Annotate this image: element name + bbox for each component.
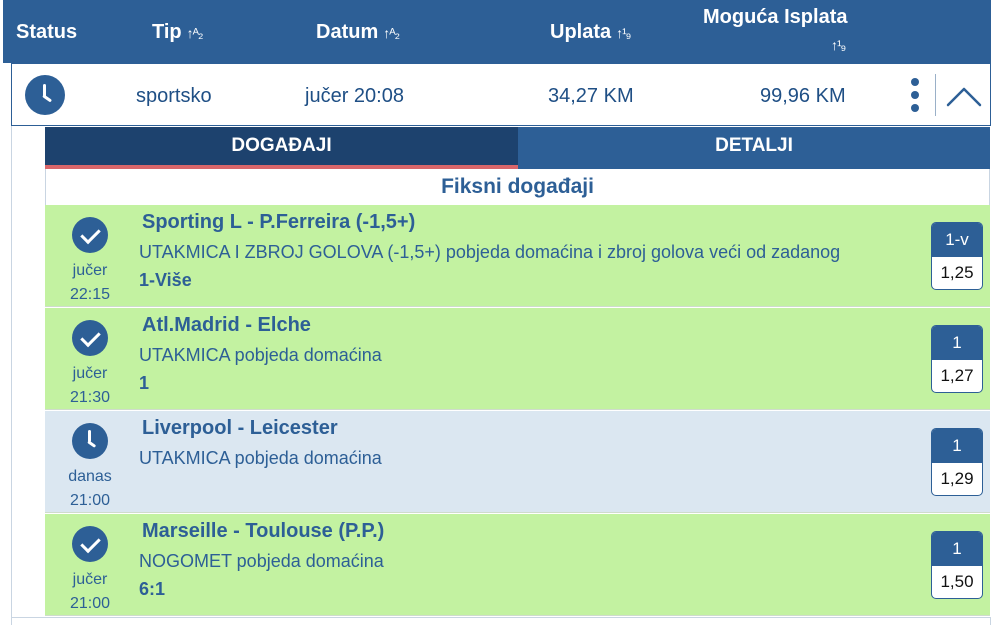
check-icon	[72, 217, 108, 253]
event-pick: 1	[139, 373, 150, 393]
event-match: Sporting L - P.Ferreira (-1,5+)	[142, 211, 416, 233]
sort-numeric-icon[interactable]: ↑¹₉	[831, 37, 846, 53]
header-uplata-sortable[interactable]: Uplata ↑¹₉	[550, 21, 631, 44]
tab-detalji[interactable]: DETALJI	[518, 127, 990, 169]
header-status: Status	[16, 21, 78, 43]
odd-tip: 1	[932, 429, 982, 463]
event-pick: 6:1	[139, 579, 166, 599]
odd-box: 1 1,50	[931, 531, 983, 599]
event-row[interactable]: danas 21:00 Liverpool - Leicester UTAKMI…	[45, 411, 990, 513]
event-time: 21:00	[69, 492, 111, 509]
sort-alpha-icon: ↑ᴬ₂	[186, 25, 204, 41]
event-day: jučer	[72, 571, 108, 588]
clock-icon	[72, 423, 108, 459]
section-title: Fiksni događaji	[45, 169, 990, 205]
event-row[interactable]: jučer 22:15 Sporting L - P.Ferreira (-1,…	[45, 205, 990, 307]
odd-box: 1 1,29	[931, 428, 983, 496]
odd-box: 1-v 1,25	[931, 222, 983, 290]
tab-dogadaji[interactable]: DOGAĐAJI	[45, 127, 518, 169]
event-row[interactable]: jučer 21:00 Marseille - Toulouse (P.P.) …	[45, 514, 990, 616]
check-icon	[72, 320, 108, 356]
event-row[interactable]: jučer 21:30 Atl.Madrid - Elche UTAKMICA …	[45, 308, 990, 410]
odd-value: 1,25	[940, 263, 974, 282]
header-isplata-sortable[interactable]: Moguća Isplata	[703, 6, 847, 29]
table-header: Status Tip ↑ᴬ₂ Datum ↑ᴬ₂ Uplata ↑¹₉ Moguća …	[3, 0, 991, 63]
sort-numeric-icon: ↑¹₉	[616, 25, 631, 41]
sort-alpha-icon: ↑ᴬ₂	[383, 25, 400, 41]
odd-value: 1,27	[940, 366, 974, 385]
event-time: 22:15	[69, 286, 111, 303]
event-match: Liverpool - Leicester	[142, 417, 338, 439]
check-icon	[72, 526, 108, 562]
event-day: jučer	[72, 262, 108, 279]
event-day: danas	[68, 468, 112, 485]
ticket-isplata: 99,96 KM	[760, 85, 846, 107]
event-time: 21:00	[69, 595, 111, 612]
event-time: 21:30	[69, 389, 111, 406]
odd-value: 1,29	[940, 469, 974, 488]
odd-box: 1 1,27	[931, 325, 983, 393]
odd-tip: 1	[932, 532, 982, 566]
ticket-datum: jučer 20:08	[305, 85, 404, 107]
event-day: jučer	[72, 365, 108, 382]
event-pick: 1-Više	[139, 270, 192, 290]
next-ticket-row	[11, 617, 991, 625]
ticket-uplata: 34,27 KM	[548, 85, 634, 107]
event-market: NOGOMET pobjeda domaćina	[139, 551, 384, 571]
header-datum-sortable[interactable]: Datum ↑ᴬ₂	[316, 21, 400, 44]
event-market: UTAKMICA pobjeda domaćina	[139, 345, 382, 365]
chevron-up-icon[interactable]	[945, 78, 983, 112]
header-tip-sortable[interactable]: Tip ↑ᴬ₂	[152, 21, 204, 44]
event-match: Atl.Madrid - Elche	[142, 314, 311, 336]
panel-edge	[11, 126, 45, 625]
odd-tip: 1-v	[932, 223, 982, 257]
odd-value: 1,50	[940, 572, 974, 591]
odd-tip: 1	[932, 326, 982, 360]
event-match: Marseille - Toulouse (P.P.)	[142, 520, 385, 542]
ticket-tip: sportsko	[136, 85, 212, 107]
divider	[935, 74, 936, 116]
ticket-summary-row[interactable]: sportsko jučer 20:08 34,27 KM 99,96 KM	[11, 63, 991, 126]
event-market: UTAKMICA pobjeda domaćina	[139, 448, 382, 468]
event-market: UTAKMICA I ZBROJ GOLOVA (-1,5+) pobjeda …	[139, 242, 841, 262]
tab-bar: DOGAĐAJI DETALJI	[45, 127, 990, 169]
more-options-icon[interactable]	[905, 76, 925, 116]
clock-icon	[25, 75, 65, 115]
